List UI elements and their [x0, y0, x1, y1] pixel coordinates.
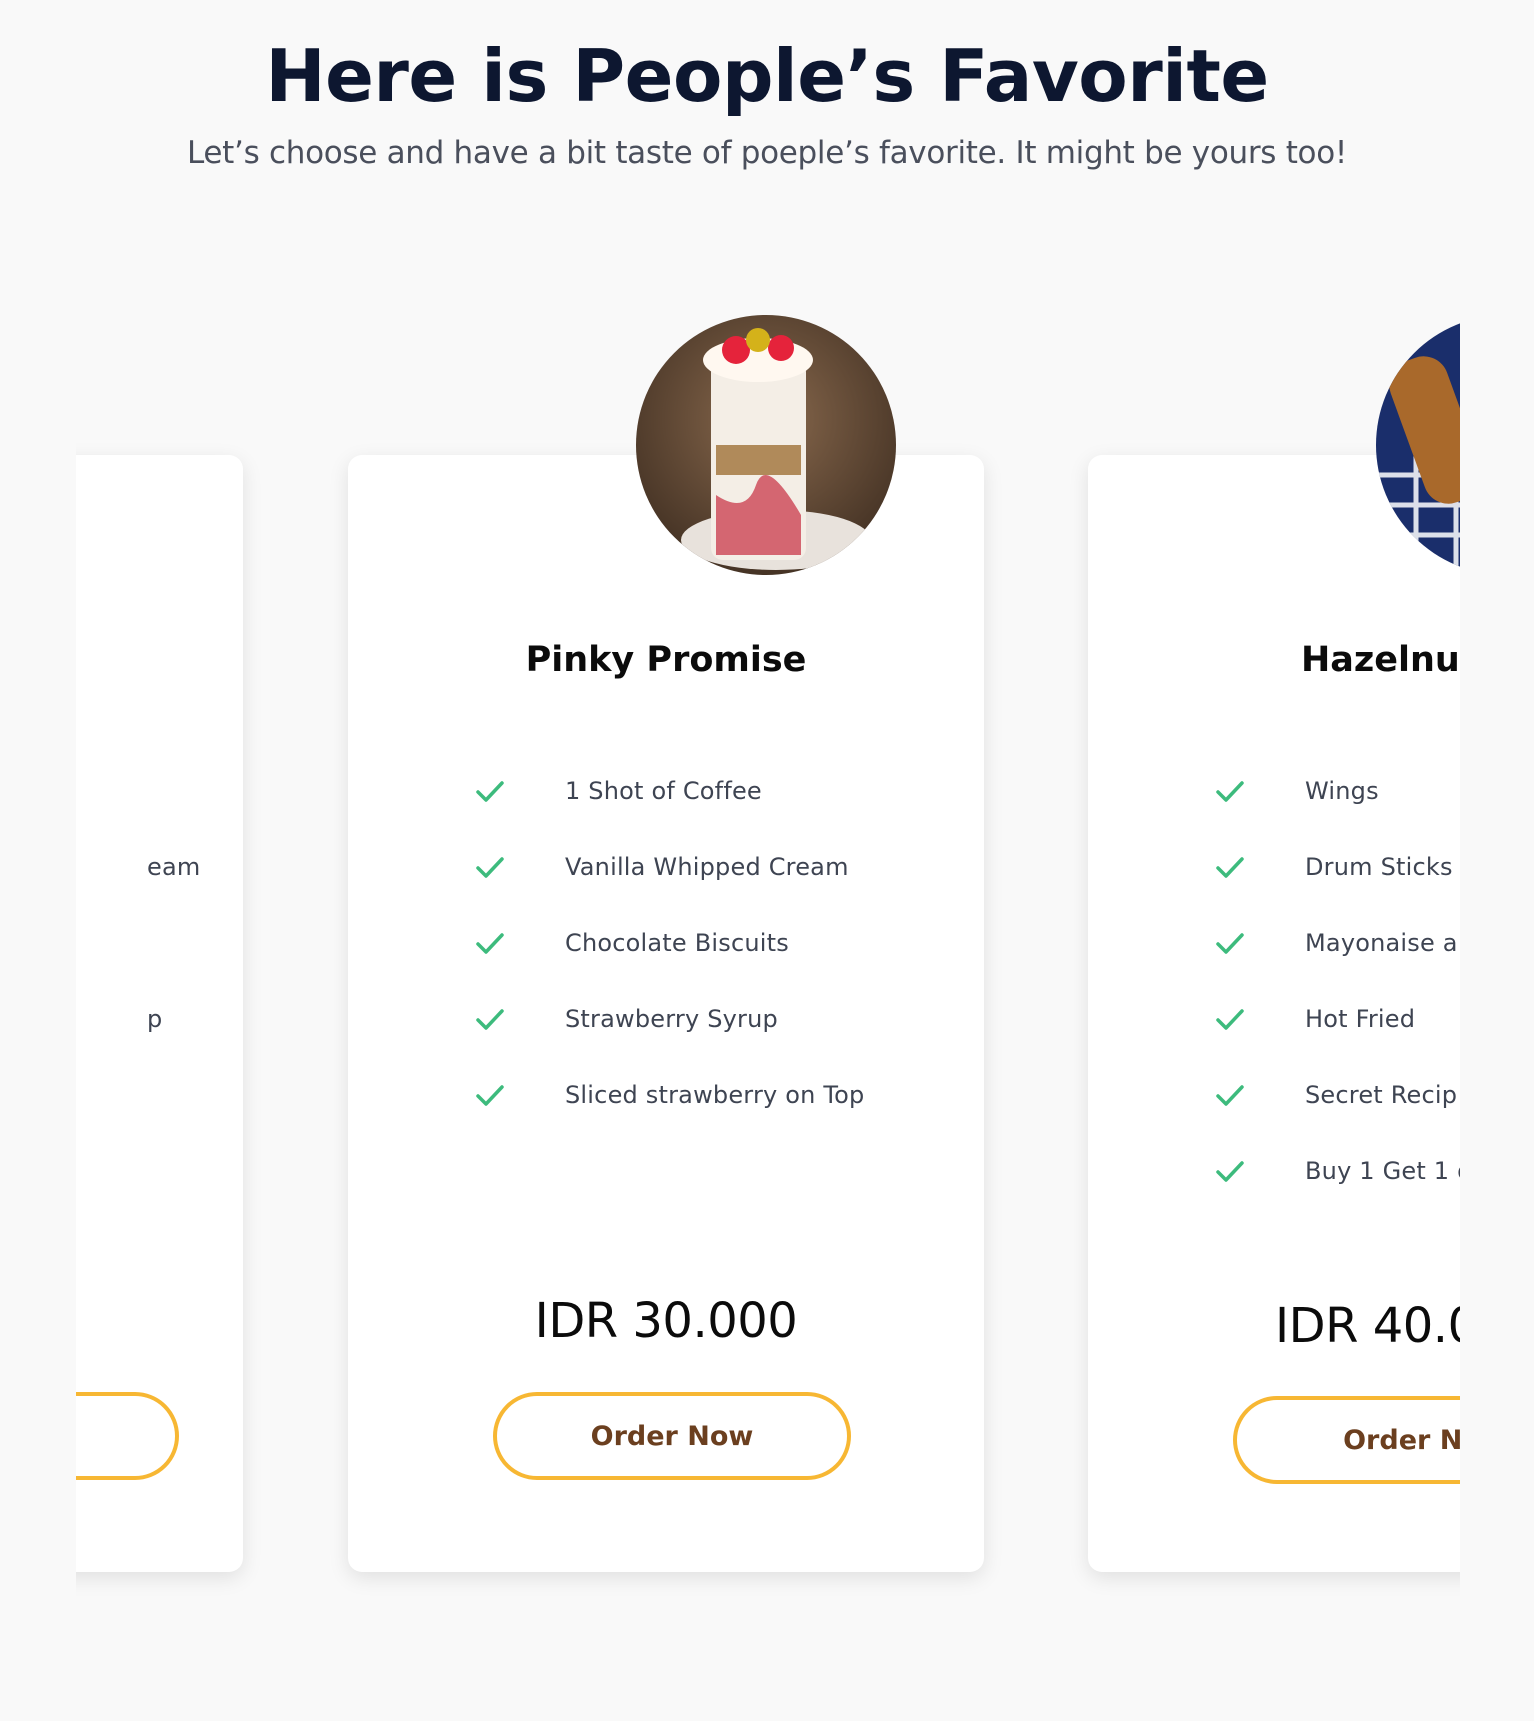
section-subtitle: Let’s choose and have a bit taste of poe…	[186, 135, 1348, 171]
check-icon	[1213, 1154, 1247, 1188]
feature-item: 1 Shot of Coffee	[473, 753, 864, 829]
product-card-left: eam p	[76, 455, 243, 1572]
feature-label: p	[147, 1005, 163, 1033]
feature-item	[147, 905, 200, 981]
feature-label: Wings	[1305, 777, 1379, 805]
check-icon	[473, 774, 507, 808]
feature-label: 1 Shot of Coffee	[565, 777, 762, 805]
feature-item: Sliced strawberry on Top	[473, 1057, 864, 1133]
feature-item: Secret Recip	[1213, 1057, 1460, 1133]
check-icon	[1213, 926, 1247, 960]
feature-item	[147, 753, 200, 829]
fried-chicken-icon	[1376, 315, 1460, 575]
check-icon	[473, 1002, 507, 1036]
feature-label: Drum Sticks	[1305, 853, 1453, 881]
product-name: Hazelnut L	[1300, 640, 1460, 680]
feature-item: Vanilla Whipped Cream	[473, 829, 864, 905]
product-card-pinky-promise: Pinky Promise 1 Shot of Coffee Vanilla W…	[348, 315, 984, 1572]
feature-item: Hot Fried	[1213, 981, 1460, 1057]
product-price: IDR 30.000	[534, 1293, 798, 1349]
feature-item: Wings	[1213, 753, 1460, 829]
check-icon	[473, 1078, 507, 1112]
order-now-button[interactable]	[76, 1392, 179, 1480]
feature-item: Strawberry Syrup	[473, 981, 864, 1057]
feature-item: p	[147, 981, 200, 1057]
feature-label: Strawberry Syrup	[565, 1005, 778, 1033]
feature-label: Secret Recip	[1305, 1081, 1458, 1109]
check-icon	[1213, 1002, 1247, 1036]
product-price: IDR 40.0	[1275, 1298, 1460, 1354]
order-now-button[interactable]: Order No	[1233, 1396, 1460, 1484]
product-card-right: Hazelnut L Wings Drum Sticks Mayonaise a…	[1088, 315, 1460, 1572]
feature-label: Chocolate Biscuits	[565, 929, 789, 957]
check-icon	[1213, 774, 1247, 808]
feature-item	[147, 1057, 200, 1133]
feature-label: Hot Fried	[1305, 1005, 1416, 1033]
order-now-button[interactable]: Order Now	[493, 1392, 851, 1480]
feature-item: Mayonaise a	[1213, 905, 1460, 981]
carousel[interactable]: eam p Pinky Promise 1 Shot of Coffee Van…	[76, 300, 1460, 1640]
product-name: Pinky Promise	[525, 640, 807, 680]
feature-list: eam p	[147, 753, 200, 1133]
feature-list: Wings Drum Sticks Mayonaise a Hot Fried …	[1213, 753, 1460, 1209]
check-icon	[473, 850, 507, 884]
feature-list: 1 Shot of Coffee Vanilla Whipped Cream C…	[473, 753, 864, 1133]
check-icon	[1213, 1078, 1247, 1112]
feature-label: Vanilla Whipped Cream	[565, 853, 849, 881]
feature-label: Mayonaise a	[1305, 929, 1458, 957]
section-title: Here is People’s Favorite	[265, 34, 1269, 118]
feature-label: Buy 1 Get 1 or	[1305, 1157, 1460, 1185]
feature-item: eam	[147, 829, 200, 905]
parfait-icon	[636, 315, 896, 575]
feature-item: Chocolate Biscuits	[473, 905, 864, 981]
check-icon	[473, 926, 507, 960]
feature-label: eam	[147, 853, 201, 881]
feature-label: Sliced strawberry on Top	[565, 1081, 865, 1109]
feature-item: Buy 1 Get 1 or	[1213, 1133, 1460, 1209]
check-icon	[1213, 850, 1247, 884]
feature-item: Drum Sticks	[1213, 829, 1460, 905]
